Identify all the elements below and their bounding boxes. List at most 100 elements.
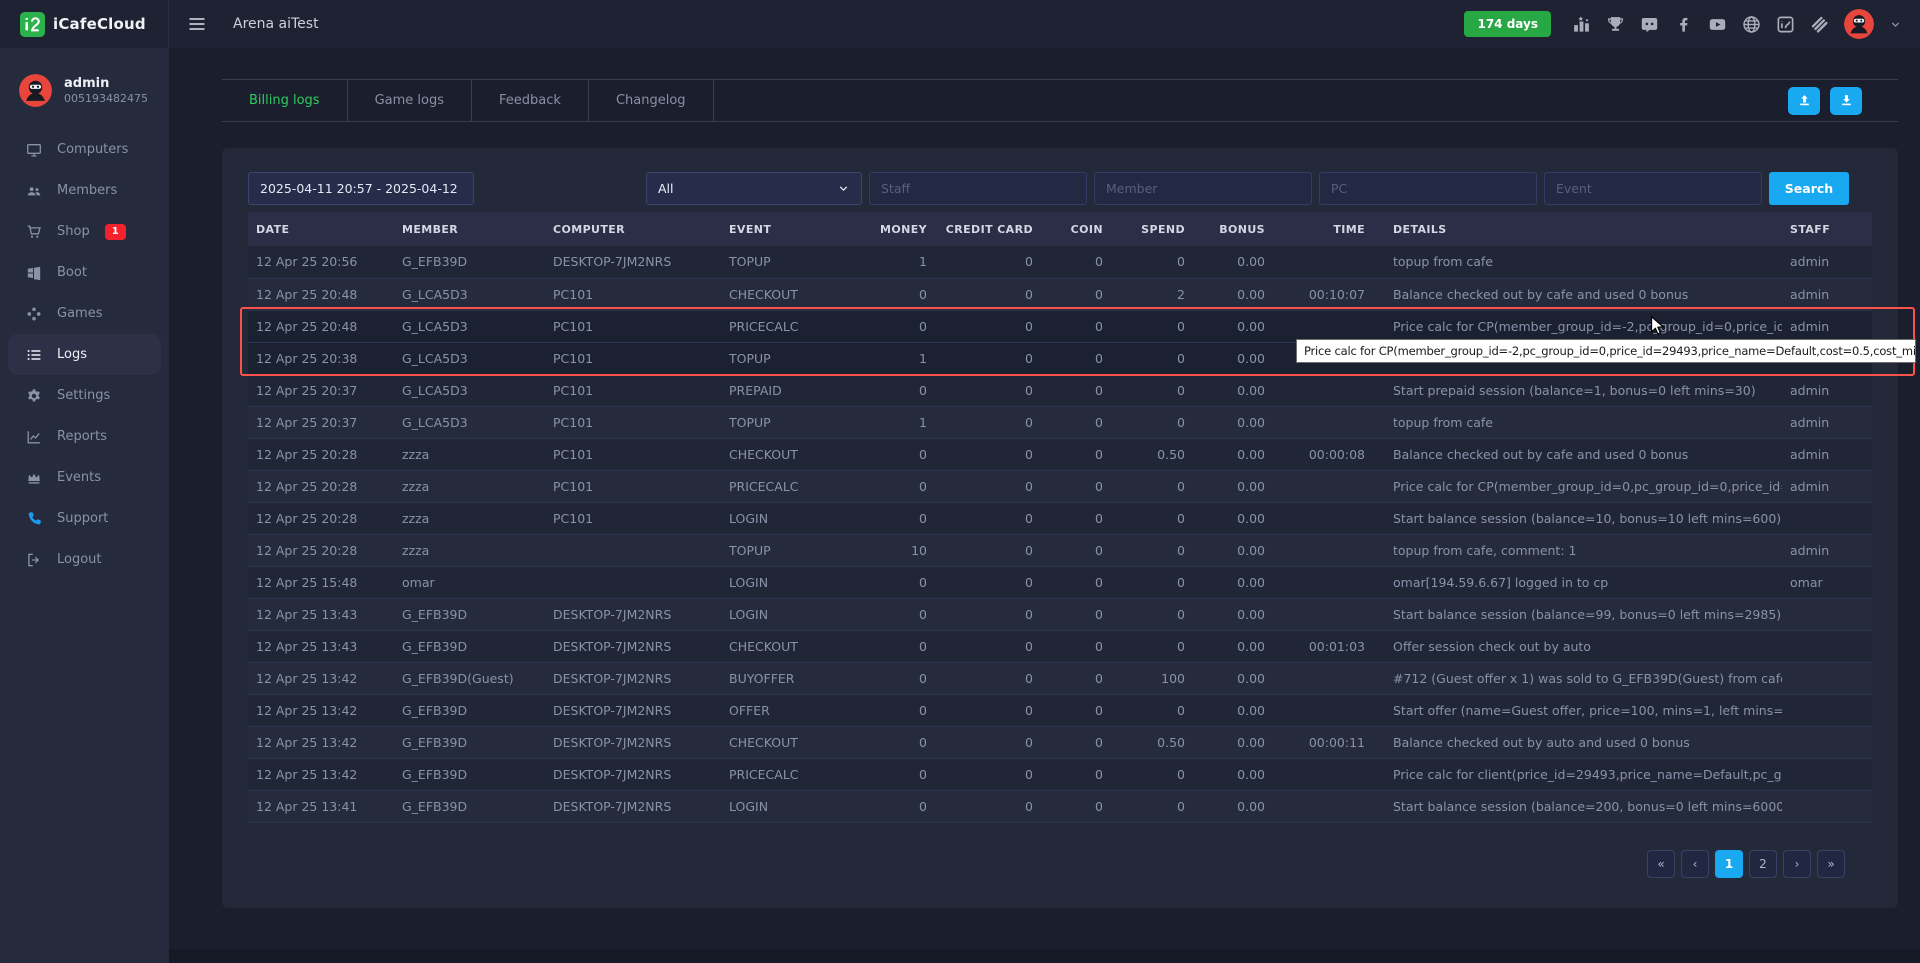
page-button[interactable]: »: [1817, 850, 1845, 878]
cell-coin: 0: [1041, 502, 1111, 534]
date-range-input[interactable]: [248, 172, 474, 205]
cell-bonus: 0.00: [1193, 278, 1273, 310]
table-row[interactable]: 12 Apr 25 13:41G_EFB39DDESKTOP-7JM2NRSLO…: [248, 790, 1872, 822]
cell-event: OFFER: [721, 694, 863, 726]
cell-event: PRICECALC: [721, 758, 863, 790]
cell-date: 12 Apr 25 20:38: [248, 342, 394, 374]
sidebar-item-logs[interactable]: Logs: [8, 334, 161, 375]
cell-staff: [1782, 630, 1872, 662]
cell-staff: [1782, 758, 1872, 790]
hamburger-menu-icon[interactable]: [187, 14, 207, 34]
cell-date: 12 Apr 25 20:56: [248, 246, 394, 278]
cell-bonus: 0.00: [1193, 374, 1273, 406]
sidebar-item-boot[interactable]: Boot: [8, 252, 161, 293]
table-row[interactable]: 12 Apr 25 13:42G_EFB39DDESKTOP-7JM2NRSOF…: [248, 694, 1872, 726]
table-row[interactable]: 12 Apr 25 20:56G_EFB39DDESKTOP-7JM2NRSTO…: [248, 246, 1872, 278]
cell-bonus: 0.00: [1193, 630, 1273, 662]
member-input[interactable]: [1094, 172, 1312, 205]
page-button[interactable]: 1: [1715, 850, 1743, 878]
export-upload-button[interactable]: [1788, 87, 1820, 115]
profile-name: admin: [64, 76, 148, 92]
tabs-bar: Billing logs Game logs Feedback Changelo…: [222, 79, 1898, 122]
table-row[interactable]: 12 Apr 25 13:42G_EFB39DDESKTOP-7JM2NRSCH…: [248, 726, 1872, 758]
table-row[interactable]: 12 Apr 25 20:28zzzaTOPUP100000.00topup f…: [248, 534, 1872, 566]
sidebar-item-icon: [26, 470, 42, 486]
globe-icon[interactable]: [1742, 15, 1761, 34]
cell-money: 0: [863, 758, 935, 790]
table-row[interactable]: 12 Apr 25 13:42G_EFB39DDESKTOP-7JM2NRSPR…: [248, 758, 1872, 790]
search-button[interactable]: Search: [1769, 172, 1849, 205]
cell-staff: admin: [1782, 374, 1872, 406]
staff-input[interactable]: [869, 172, 1087, 205]
user-avatar[interactable]: [1844, 9, 1874, 39]
table-row[interactable]: 12 Apr 25 20:37G_LCA5D3PC101PREPAID00000…: [248, 374, 1872, 406]
trophy-icon[interactable]: [1606, 15, 1625, 34]
chevron-down-icon[interactable]: [1889, 18, 1902, 31]
export-download-button[interactable]: [1830, 87, 1862, 115]
subscription-days-badge[interactable]: 174 days: [1464, 11, 1551, 37]
cell-computer: DESKTOP-7JM2NRS: [545, 758, 721, 790]
cell-credit-card: 0: [935, 694, 1041, 726]
sidebar-item-members[interactable]: Members: [8, 170, 161, 211]
page-button[interactable]: ‹: [1681, 850, 1709, 878]
cell-member: zzza: [394, 502, 545, 534]
sidebar-item-computers[interactable]: Computers: [8, 129, 161, 170]
sidebar-item-logout[interactable]: Logout: [8, 539, 161, 580]
table-row[interactable]: 12 Apr 25 20:48G_LCA5D3PC101CHECKOUT0002…: [248, 278, 1872, 310]
main-content: Billing logs Game logs Feedback Changelo…: [169, 48, 1920, 963]
cell-coin: 0: [1041, 342, 1111, 374]
cell-computer: PC101: [545, 374, 721, 406]
tab-game-logs[interactable]: Game logs: [348, 80, 472, 121]
cell-time: [1273, 310, 1373, 342]
cell-money: 0: [863, 278, 935, 310]
event-input[interactable]: [1544, 172, 1762, 205]
sidebar-item-events[interactable]: Events: [8, 457, 161, 498]
sidebar-item-shop[interactable]: Shop 1: [8, 211, 161, 252]
ranking-icon[interactable]: [1572, 15, 1591, 34]
cell-coin: 0: [1041, 566, 1111, 598]
cell-money: 0: [863, 790, 935, 822]
column-header: TIME: [1273, 212, 1373, 246]
cell-credit-card: 0: [935, 630, 1041, 662]
sidebar-item-settings[interactable]: Settings: [8, 375, 161, 416]
themes-icon[interactable]: [1810, 15, 1829, 34]
cell-details: Start offer (name=Guest offer, price=100…: [1373, 694, 1782, 726]
sidebar-item-support[interactable]: Support: [8, 498, 161, 539]
tab-feedback[interactable]: Feedback: [472, 80, 589, 121]
sidebar-item-reports[interactable]: Reports: [8, 416, 161, 457]
sidebar-item-games[interactable]: Games: [8, 293, 161, 334]
cell-event: LOGIN: [721, 502, 863, 534]
youtube-icon[interactable]: [1708, 15, 1727, 34]
profile-block[interactable]: admin 005193482475: [0, 48, 169, 129]
table-row[interactable]: 12 Apr 25 20:48G_LCA5D3PC101PRICECALC000…: [248, 310, 1872, 342]
page-button[interactable]: «: [1647, 850, 1675, 878]
table-row[interactable]: 12 Apr 25 20:28zzzaPC101PRICECALC00000.0…: [248, 470, 1872, 502]
cell-money: 10: [863, 534, 935, 566]
sidebar-item-icon: [26, 306, 42, 322]
table-row[interactable]: 12 Apr 25 13:42G_EFB39D(Guest)DESKTOP-7J…: [248, 662, 1872, 694]
tab-changelog[interactable]: Changelog: [589, 80, 714, 121]
cell-computer: DESKTOP-7JM2NRS: [545, 694, 721, 726]
cell-date: 12 Apr 25 20:28: [248, 502, 394, 534]
table-row[interactable]: 12 Apr 25 20:28zzzaPC101LOGIN00000.00Sta…: [248, 502, 1872, 534]
event-type-select[interactable]: All: [646, 172, 862, 205]
cell-time: [1273, 790, 1373, 822]
table-row[interactable]: 12 Apr 25 20:28zzzaPC101CHECKOUT0000.500…: [248, 438, 1872, 470]
sidebar-item-label: Games: [57, 306, 102, 321]
tab-billing-logs[interactable]: Billing logs: [222, 80, 348, 121]
event-type-selected: All: [658, 181, 674, 196]
cell-credit-card: 0: [935, 278, 1041, 310]
icafecloud-icon[interactable]: [1776, 15, 1795, 34]
table-row[interactable]: 12 Apr 25 20:37G_LCA5D3PC101TOPUP10000.0…: [248, 406, 1872, 438]
page-button[interactable]: 2: [1749, 850, 1777, 878]
cell-date: 12 Apr 25 13:43: [248, 598, 394, 630]
tab-label: Billing logs: [249, 93, 320, 108]
table-row[interactable]: 12 Apr 25 13:43G_EFB39DDESKTOP-7JM2NRSLO…: [248, 598, 1872, 630]
pc-input[interactable]: [1319, 172, 1537, 205]
table-row[interactable]: 12 Apr 25 15:48omarLOGIN00000.00omar[194…: [248, 566, 1872, 598]
discord-icon[interactable]: [1640, 15, 1659, 34]
page-button[interactable]: ›: [1783, 850, 1811, 878]
facebook-icon[interactable]: [1674, 15, 1693, 34]
table-row[interactable]: 12 Apr 25 13:43G_EFB39DDESKTOP-7JM2NRSCH…: [248, 630, 1872, 662]
brand[interactable]: iCafeCloud: [0, 0, 169, 48]
